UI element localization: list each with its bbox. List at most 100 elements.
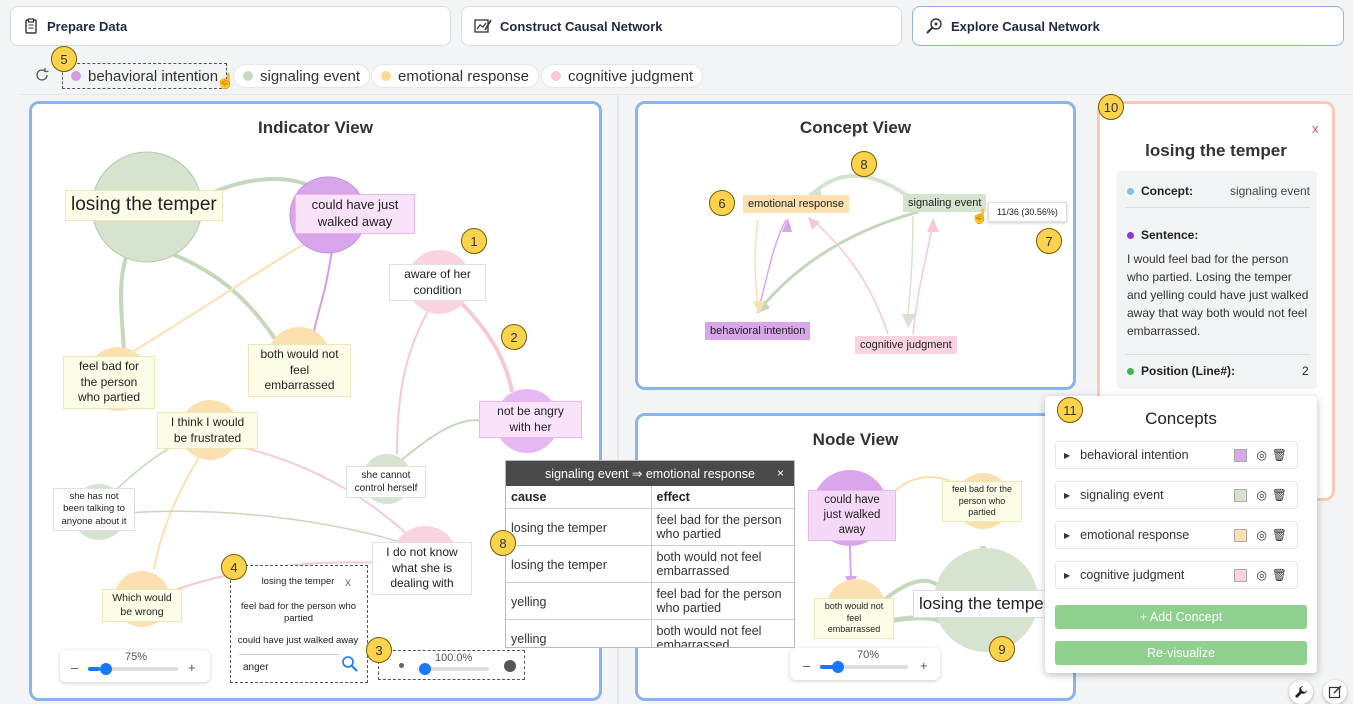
zoom-slider-handle[interactable] [100,663,112,675]
color-swatch[interactable] [1234,568,1247,582]
edge [460,302,514,393]
edge [171,252,279,344]
min-size-dot [399,663,404,668]
node-label-wrong[interactable]: Which would be wrong [102,589,182,623]
sentence-dot [1127,232,1134,239]
concept-row-behavioral-intention[interactable]: ▶ behavioral intention ◎ 🗑 [1055,441,1298,469]
concept-node-emotional[interactable]: emotional response [743,195,850,214]
node-label-embarrassed[interactable]: both would not feel embarrassed [814,598,894,640]
close-icon[interactable]: x [345,575,351,589]
tab-label: Prepare Data [47,18,128,34]
table-row[interactable]: losing the temper feel bad for the person… [506,508,794,546]
edge [907,215,914,315]
table-row[interactable]: losing the temper both would not feel emb… [506,545,794,583]
search-network-icon [926,18,942,34]
search-icon[interactable] [341,655,359,673]
network-edit-icon [474,19,492,33]
tab-prepare-data[interactable]: Prepare Data [10,6,451,46]
zoom-in-button[interactable]: + [920,658,928,673]
legend-cognitive-judgment[interactable]: cognitive judgment [541,64,704,88]
close-icon[interactable]: x [1312,121,1319,136]
color-swatch[interactable] [1234,488,1247,502]
concept-row-signaling-event[interactable]: ▶ signaling event ◎ 🗑 [1055,481,1298,509]
badge-5: 5 [51,46,77,72]
node-label-losing-temper[interactable]: losing the temper [65,190,223,221]
edge [118,253,129,353]
zoom-slider-handle[interactable] [832,661,844,673]
tab-explore-network[interactable]: Explore Causal Network [912,6,1344,46]
concept-node-behavioral[interactable]: behavioral intention [705,322,811,341]
trash-icon[interactable]: 🗑 [1272,448,1287,462]
trash-icon[interactable]: 🗑 [1272,568,1287,582]
search-input[interactable]: anger [243,662,269,673]
badge-3: 3 [366,637,392,663]
relation-table: cause effect losing the temper feel bad fo… [506,486,794,647]
wrench-icon[interactable] [1289,680,1313,704]
tab-construct-network[interactable]: Construct Causal Network [461,6,902,46]
refresh-icon[interactable] [34,67,50,83]
zoom-out-button[interactable]: – [71,660,78,675]
trash-icon[interactable]: 🗑 [1272,528,1287,542]
node-label-not-talking[interactable]: she has not been talking to anyone about… [53,488,135,532]
column-header-effect: effect [650,486,794,509]
expand-icon[interactable]: ▶ [1064,531,1070,540]
node-label-feel-bad[interactable]: feel bad for the person who partied [942,481,1022,523]
edge [396,303,433,455]
position-label: Position (Line#): [1141,364,1235,378]
color-swatch[interactable] [1234,528,1247,542]
threshold-slider-handle[interactable] [419,663,431,675]
node-label-feel-bad[interactable]: feel bad for the person who partied [63,356,155,409]
detail-title: losing the temper [1145,141,1287,160]
concept-view-panel: Concept View emotional response signalin… [635,101,1076,390]
zoom-slider-fill [88,667,100,671]
expand-icon[interactable]: ▶ [1064,451,1070,460]
revisualize-button[interactable]: Re-visualize [1055,641,1307,665]
badge-8-concept: 8 [851,151,877,177]
edit-icon[interactable] [1323,680,1347,704]
zoom-out-button[interactable]: – [803,658,810,673]
zoom-value: 70% [857,649,880,661]
expand-icon[interactable]: ▶ [1064,571,1070,580]
table-row[interactable]: yelling both would not feel embarrassed [506,619,794,647]
node-label-not-angry[interactable]: not be angry with her [479,401,582,439]
node-label-embarrassed[interactable]: both would not feel embarrassed [248,344,351,397]
position-dot [1127,368,1134,375]
trash-icon[interactable]: 🗑 [1272,488,1287,502]
palette-icon[interactable]: ◎ [1257,568,1267,582]
expand-icon[interactable]: ▶ [1064,491,1070,500]
divider [20,94,1353,95]
badge-8-popup: 8 [490,530,516,556]
concept-label: Concept: [1141,184,1193,198]
table-row[interactable]: yelling feel bad for the person who parti… [506,582,794,620]
search-result[interactable]: could have just walked away [231,635,365,646]
legend-signaling-event[interactable]: signaling event [233,64,371,88]
close-icon[interactable]: × [777,466,784,480]
legend-behavioral-intention[interactable]: behavioral intention [62,64,227,88]
concept-row-cognitive-judgment[interactable]: ▶ cognitive judgment ◎ 🗑 [1055,561,1298,589]
badge-11: 11 [1057,397,1083,423]
concepts-title: Concepts [1145,409,1217,428]
legend-emotional-response[interactable]: emotional response [371,64,539,88]
node-label-frustrated[interactable]: I think I would be frustrated [157,412,258,450]
node-label-dont-know[interactable]: I do not know what she is dealing with [372,542,472,595]
concept-row-emotional-response[interactable]: ▶ emotional response ◎ 🗑 [1055,521,1298,549]
node-label-walked-away[interactable]: could have just walked away [295,194,415,234]
search-result[interactable]: feel bad for the person who partied [236,601,361,626]
node-label-aware[interactable]: aware of her condition [389,264,486,302]
node-label-control[interactable]: she cannot control herself [346,466,426,498]
zoom-in-button[interactable]: + [188,660,196,675]
add-concept-button[interactable]: + Add Concept [1055,605,1307,629]
palette-icon[interactable]: ◎ [1257,528,1267,542]
color-swatch[interactable] [1234,448,1247,462]
palette-icon[interactable]: ◎ [1257,488,1267,502]
badge-10: 10 [1098,94,1124,120]
node-label-walked-away[interactable]: could have just walked away [808,490,896,541]
node-label-losing-temper[interactable]: losing the temper [913,590,1046,619]
arrow [808,217,820,230]
badge-7: 7 [1036,228,1062,254]
edge [396,419,488,465]
palette-icon[interactable]: ◎ [1257,448,1267,462]
threshold-control: 100.0% [378,650,525,680]
concept-node-cognitive[interactable]: cognitive judgment [855,336,957,355]
sentence-text: I would feel bad for the person who part… [1127,252,1309,338]
